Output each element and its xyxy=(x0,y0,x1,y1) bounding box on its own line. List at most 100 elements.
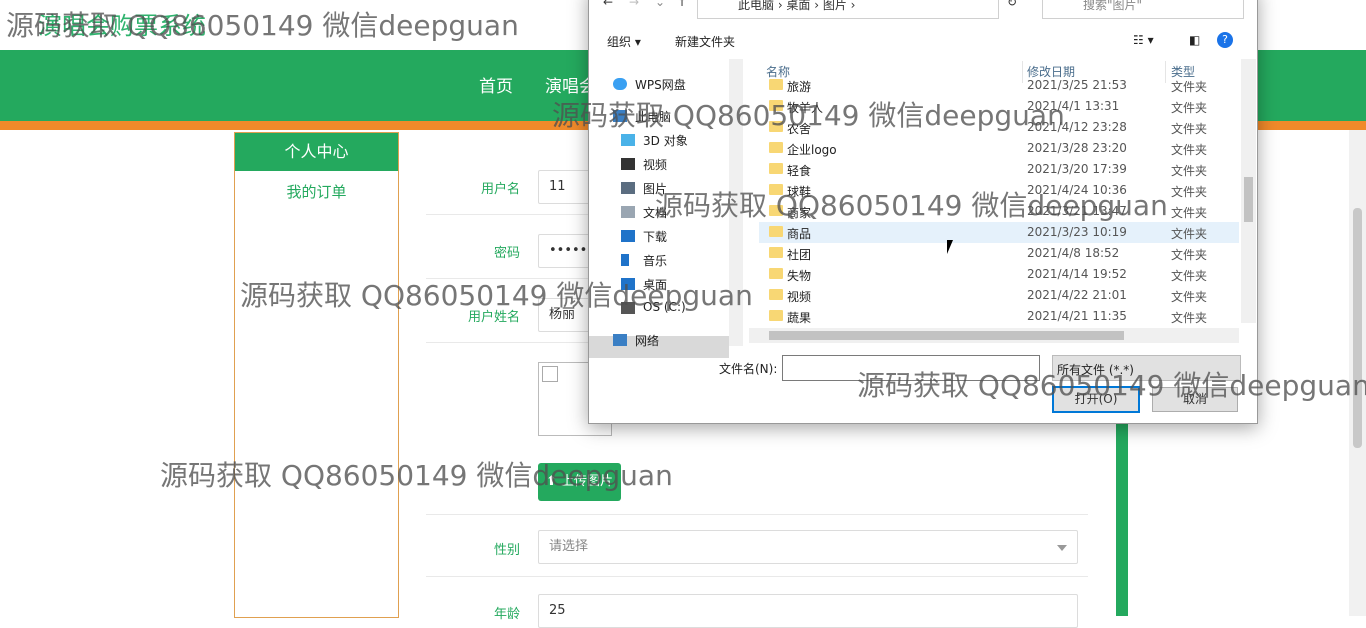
filename-label: 文件名(N): xyxy=(719,362,778,376)
organize-button[interactable]: 组织 ▾ xyxy=(607,33,641,50)
folder-icon xyxy=(769,205,783,216)
3d-objects-icon xyxy=(621,134,635,146)
list-item[interactable]: 视频 2021/4/22 21:01 文件夹 xyxy=(759,285,1239,306)
folder-icon xyxy=(769,100,783,111)
file-type: 文件夹 xyxy=(1171,122,1208,136)
recent-icon[interactable]: ⌄ xyxy=(655,0,665,9)
file-date: 2021/4/21 11:35 xyxy=(1027,309,1127,323)
sidebar: 个人中心 我的订单 xyxy=(234,132,399,618)
nav-os-drive[interactable]: OS (C:) xyxy=(643,300,686,314)
refresh-icon[interactable]: ↻ xyxy=(1007,0,1017,9)
nav-wps[interactable]: WPS网盘 xyxy=(635,76,686,93)
file-date: 2021/4/12 23:28 xyxy=(1027,120,1127,134)
nav-this-pc[interactable]: 此电脑 xyxy=(635,108,671,125)
page-scroll-thumb[interactable] xyxy=(1353,208,1362,448)
password-label: 密码 xyxy=(493,246,520,261)
nav-home[interactable]: 首页 xyxy=(479,72,513,97)
folder-icon xyxy=(769,121,783,132)
file-name: 轻食 xyxy=(787,164,812,178)
file-open-dialog: ← → ⌄ ↑ 此电脑 › 桌面 › 图片 › ↻ 搜索"图片" 组织 ▾ 新建… xyxy=(588,0,1258,424)
file-date: 2021/3/23 10:19 xyxy=(1027,225,1127,239)
folder-icon xyxy=(769,79,783,90)
pictures-icon xyxy=(621,182,635,194)
help-icon[interactable]: ? xyxy=(1217,32,1233,48)
dialog-toolbar: 组织 ▾ 新建文件夹 ☷ ▾ ◧ ? xyxy=(589,27,1257,55)
file-name: 农舍 xyxy=(787,122,812,136)
nav-scrollbar[interactable] xyxy=(729,59,743,346)
nav-3d-objects[interactable]: 3D 对象 xyxy=(643,132,688,149)
file-name: 失物 xyxy=(787,269,812,283)
nav-documents[interactable]: 文档 xyxy=(643,204,667,221)
scroll-thumb[interactable] xyxy=(769,331,1124,340)
nav-desktop[interactable]: 桌面 xyxy=(643,276,667,293)
sidebar-item-orders[interactable]: 我的订单 xyxy=(235,181,398,202)
horizontal-scrollbar[interactable] xyxy=(749,328,1239,343)
username-input[interactable]: 11 xyxy=(538,170,590,204)
filename-input[interactable] xyxy=(782,355,1040,381)
sidebar-header: 个人中心 xyxy=(235,133,398,171)
file-date: 2021/3/25 21:53 xyxy=(1027,78,1127,92)
upload-image-button[interactable]: ⬆ 上传图片 xyxy=(538,463,621,501)
nav-downloads[interactable]: 下载 xyxy=(643,228,667,245)
file-type: 文件夹 xyxy=(1171,143,1208,157)
gender-label: 性别 xyxy=(493,543,520,558)
list-item[interactable]: 社团 2021/4/8 18:52 文件夹 xyxy=(759,243,1239,264)
list-item[interactable]: 轻食 2021/3/20 17:39 文件夹 xyxy=(759,159,1239,180)
folder-icon xyxy=(769,142,783,153)
decorative-strip xyxy=(1116,422,1128,616)
file-list-scrollbar[interactable] xyxy=(1241,59,1256,323)
file-type: 文件夹 xyxy=(1171,269,1208,283)
file-type: 文件夹 xyxy=(1171,248,1208,262)
file-date: 2021/4/8 18:52 xyxy=(1027,246,1120,260)
list-item[interactable]: 旅游 2021/3/25 21:53 文件夹 xyxy=(759,75,1239,96)
address-path: 此电脑 › 桌面 › 图片 › xyxy=(738,0,856,12)
forward-icon[interactable]: → xyxy=(629,0,639,9)
list-item[interactable]: 商家 2021/3/21 13:47 文件夹 xyxy=(759,201,1239,222)
list-item[interactable]: 牧羊人 2021/4/1 13:31 文件夹 xyxy=(759,96,1239,117)
computer-icon xyxy=(613,110,627,122)
view-options-icon[interactable]: ☷ ▾ xyxy=(1133,33,1154,47)
chevron-down-icon xyxy=(1057,545,1067,551)
file-type-filter[interactable]: 所有文件 (*.*) xyxy=(1052,355,1241,381)
back-icon[interactable]: ← xyxy=(603,0,613,9)
music-icon xyxy=(621,254,629,266)
list-item[interactable]: 企业logo 2021/3/28 23:20 文件夹 xyxy=(759,138,1239,159)
nav-videos[interactable]: 视频 xyxy=(643,156,667,173)
list-item[interactable]: 球鞋 2021/4/24 10:36 文件夹 xyxy=(759,180,1239,201)
file-name: 蔬果 xyxy=(787,311,812,325)
preview-pane-icon[interactable]: ◧ xyxy=(1189,33,1200,47)
password-input[interactable]: •••••• xyxy=(538,234,595,268)
search-input[interactable]: 搜索"图片" xyxy=(1042,0,1244,19)
cancel-button[interactable]: 取消 xyxy=(1152,387,1238,412)
gender-select[interactable]: 请选择 xyxy=(538,530,1078,564)
desktop-icon xyxy=(621,278,635,290)
file-date: 2021/4/14 19:52 xyxy=(1027,267,1127,281)
scroll-thumb[interactable] xyxy=(1244,177,1253,222)
upload-label: 上传图片 xyxy=(561,474,614,489)
nav-network[interactable]: 网络 xyxy=(635,332,659,349)
open-button[interactable]: 打开(O) xyxy=(1052,386,1140,413)
age-input[interactable]: 25 xyxy=(538,594,1078,628)
address-bar[interactable]: 此电脑 › 桌面 › 图片 › xyxy=(697,0,999,19)
file-type: 文件夹 xyxy=(1171,311,1208,325)
file-date: 2021/3/21 13:47 xyxy=(1027,204,1127,218)
download-icon xyxy=(621,230,635,242)
file-date: 2021/3/20 17:39 xyxy=(1027,162,1127,176)
file-name: 旅游 xyxy=(787,80,812,94)
realname-input[interactable]: 杨丽 xyxy=(538,298,590,332)
file-type: 文件夹 xyxy=(1171,227,1208,241)
nav-pictures[interactable]: 图片 xyxy=(643,180,667,197)
up-icon[interactable]: ↑ xyxy=(677,0,687,9)
drive-icon xyxy=(621,302,635,314)
list-item[interactable]: 农舍 2021/4/12 23:28 文件夹 xyxy=(759,117,1239,138)
file-type: 文件夹 xyxy=(1171,101,1208,115)
file-type: 文件夹 xyxy=(1171,164,1208,178)
realname-label: 用户姓名 xyxy=(467,310,520,325)
search-placeholder: 搜索"图片" xyxy=(1083,0,1143,12)
documents-icon xyxy=(621,206,635,218)
nav-music[interactable]: 音乐 xyxy=(643,252,667,269)
list-item[interactable]: 失物 2021/4/14 19:52 文件夹 xyxy=(759,264,1239,285)
list-item-hovered[interactable]: 商品 2021/3/23 10:19 文件夹 xyxy=(759,222,1239,243)
list-item[interactable]: 蔬果 2021/4/21 11:35 文件夹 xyxy=(759,306,1239,327)
new-folder-button[interactable]: 新建文件夹 xyxy=(675,33,735,50)
